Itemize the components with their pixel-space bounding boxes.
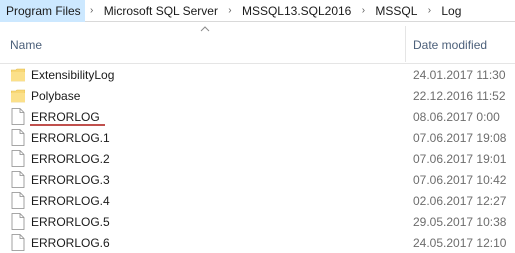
breadcrumb-item-sql-server[interactable]: Microsoft SQL Server — [99, 0, 223, 22]
column-date-modified[interactable]: Date modified — [413, 38, 487, 52]
file-name: ExtensibilityLog — [31, 68, 115, 82]
file-name: ERRORLOG.3 — [31, 173, 110, 187]
breadcrumb-label: Microsoft SQL Server — [103, 3, 218, 18]
breadcrumb-item-instance[interactable]: MSSQL13.SQL2016 — [237, 0, 356, 22]
document-icon — [11, 150, 25, 167]
document-icon — [11, 213, 25, 230]
file-date: 07.06.2017 19:08 — [413, 131, 507, 145]
address-breadcrumb: Program Files › Microsoft SQL Server › M… — [0, 0, 515, 22]
file-date: 22.12.2016 11:52 — [413, 89, 506, 103]
file-date: 08.06.2017 0:00 — [413, 110, 500, 124]
annotation-underline — [30, 124, 105, 126]
column-divider[interactable] — [405, 26, 406, 62]
breadcrumb-item-program-files[interactable]: Program Files — [0, 0, 85, 22]
file-row-errorlog-1[interactable]: ERRORLOG.1 07.06.2017 19:08 — [0, 127, 515, 148]
document-icon — [11, 234, 25, 251]
file-date: 07.06.2017 10:42 — [413, 173, 507, 187]
file-row-errorlog-2[interactable]: ERRORLOG.2 07.06.2017 19:01 — [0, 148, 515, 169]
file-date: 24.01.2017 11:30 — [413, 68, 506, 82]
breadcrumb-label: Program Files — [6, 3, 81, 18]
file-name: ERRORLOG.6 — [31, 236, 110, 250]
document-icon — [11, 171, 25, 188]
breadcrumb-label: Log — [441, 3, 462, 18]
file-name: ERRORLOG.4 — [31, 194, 110, 208]
file-name: ERRORLOG.5 — [31, 215, 110, 229]
file-name: ERRORLOG.2 — [31, 152, 110, 166]
file-date: 29.05.2017 10:38 — [413, 215, 507, 229]
folder-icon — [11, 89, 25, 103]
file-row-errorlog-4[interactable]: ERRORLOG.4 02.06.2017 12:27 — [0, 190, 515, 211]
chevron-right-icon[interactable]: › — [356, 0, 370, 22]
column-name[interactable]: Name — [10, 38, 42, 52]
file-row-errorlog-5[interactable]: ERRORLOG.5 29.05.2017 10:38 — [0, 211, 515, 232]
chevron-right-icon[interactable]: › — [223, 0, 237, 22]
document-icon — [11, 192, 25, 209]
folder-icon — [11, 68, 25, 82]
file-date: 24.05.2017 12:10 — [413, 236, 507, 250]
file-row-errorlog-3[interactable]: ERRORLOG.3 07.06.2017 10:42 — [0, 169, 515, 190]
breadcrumb-item-log[interactable]: Log — [436, 0, 466, 22]
file-name: ERRORLOG — [31, 110, 100, 124]
file-row-extensibilitylog[interactable]: ExtensibilityLog 24.01.2017 11:30 — [0, 64, 515, 85]
chevron-right-icon[interactable]: › — [85, 0, 99, 22]
chevron-right-icon[interactable]: › — [422, 0, 436, 22]
file-row-errorlog-6[interactable]: ERRORLOG.6 24.05.2017 12:10 — [0, 232, 515, 253]
document-icon — [11, 129, 25, 146]
column-header: Name Date modified — [0, 22, 515, 64]
chevron-up-icon — [200, 26, 210, 32]
breadcrumb-label: MSSQL — [375, 3, 418, 18]
document-icon — [11, 108, 25, 125]
file-date: 02.06.2017 12:27 — [413, 194, 507, 208]
file-date: 07.06.2017 19:01 — [413, 152, 507, 166]
file-row-polybase[interactable]: Polybase 22.12.2016 11:52 — [0, 85, 515, 106]
breadcrumb-item-mssql[interactable]: MSSQL — [370, 0, 422, 22]
file-name: Polybase — [31, 89, 81, 103]
breadcrumb-label: MSSQL13.SQL2016 — [241, 3, 352, 18]
file-name: ERRORLOG.1 — [31, 131, 110, 145]
